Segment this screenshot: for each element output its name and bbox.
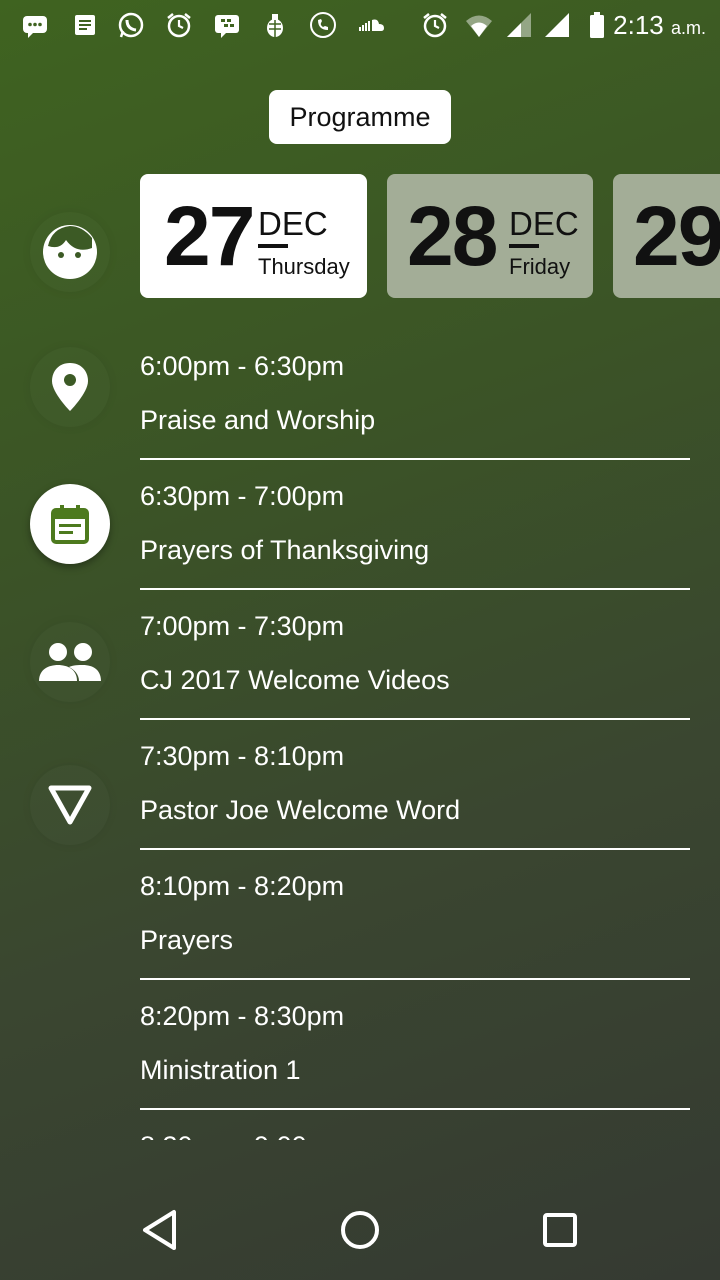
face-icon [43, 225, 97, 279]
schedule-item[interactable]: 8:10pm - 8:20pm Prayers [140, 850, 690, 980]
schedule-time: 8:10pm - 8:20pm [140, 871, 345, 901]
schedule-title: Prayers of Thanksgiving [140, 535, 430, 565]
battery-icon [580, 8, 614, 42]
news-icon [68, 8, 102, 42]
date-divider [258, 244, 288, 248]
schedule-item[interactable]: 6:30pm - 7:00pm Prayers of Thanksgiving [140, 460, 690, 590]
message-icon [18, 8, 52, 42]
recents-icon [543, 1213, 577, 1247]
date-day: 27 [164, 189, 255, 283]
calendar-icon [51, 505, 89, 544]
bbm-icon [210, 8, 244, 42]
date-month: DEC [258, 205, 328, 242]
signal-full-icon [540, 8, 574, 42]
whatsapp-icon [114, 8, 148, 42]
wifi-icon [462, 8, 496, 42]
side-item-schedule[interactable] [30, 484, 110, 564]
clock: 2:13 a.m. [613, 8, 706, 45]
schedule-title: Pastor Joe Welcome Word [140, 795, 461, 825]
schedule-time: 6:30pm - 7:00pm [140, 481, 345, 511]
signal-icon [502, 8, 536, 42]
schedule-list[interactable]: 6:00pm - 6:30pm Praise and Worship 6:30p… [140, 330, 690, 1140]
nav-bar [0, 1180, 720, 1280]
schedule-item[interactable]: 8:30pm - 9:00pm [140, 1110, 690, 1140]
date-card-27[interactable]: 27 DEC Thursday [140, 174, 367, 298]
location-pin-icon [52, 363, 88, 411]
schedule-title: Prayers [140, 925, 234, 955]
schedule-item[interactable]: 8:20pm - 8:30pm Ministration 1 [140, 980, 690, 1110]
phone-icon [306, 8, 340, 42]
schedule-time: 7:00pm - 7:30pm [140, 611, 345, 641]
home-icon [341, 1211, 379, 1249]
schedule-time: 6:00pm - 6:30pm [140, 351, 345, 381]
page-title: Programme [269, 90, 451, 144]
back-button[interactable] [132, 1202, 188, 1258]
clock-time: 2:13 [613, 10, 664, 40]
alarm-icon [162, 8, 196, 42]
schedule-time: 8:30pm - 9:00pm [140, 1130, 344, 1140]
soundcloud-icon [354, 8, 388, 42]
schedule-time: 7:30pm - 8:10pm [140, 741, 345, 771]
schedule-title: CJ 2017 Welcome Videos [140, 665, 450, 695]
side-item-profile[interactable] [30, 212, 110, 292]
date-card-29[interactable]: 29 [613, 174, 720, 298]
schedule-title: Ministration 1 [140, 1055, 301, 1085]
side-item-location[interactable] [30, 347, 110, 427]
date-card-28[interactable]: 28 DEC Friday [387, 174, 593, 298]
side-item-more[interactable] [30, 765, 110, 845]
home-button[interactable] [332, 1202, 388, 1258]
date-weekday: Friday [509, 254, 571, 279]
date-weekday: Thursday [258, 254, 350, 279]
grenade-icon [258, 8, 292, 42]
schedule-title: Praise and Worship [140, 405, 376, 435]
alarm-clock-icon [418, 8, 452, 42]
triangle-down-icon [48, 785, 92, 825]
recents-button[interactable] [532, 1202, 588, 1258]
date-day: 29 [633, 189, 720, 283]
date-month: DEC [509, 205, 579, 242]
schedule-item[interactable]: 6:00pm - 6:30pm Praise and Worship [140, 330, 690, 460]
schedule-time: 8:20pm - 8:30pm [140, 1001, 345, 1031]
status-bar: 2:13 a.m. [0, 0, 720, 50]
people-icon [39, 643, 101, 681]
date-day: 28 [407, 189, 498, 283]
schedule-item[interactable]: 7:00pm - 7:30pm CJ 2017 Welcome Videos [140, 590, 690, 720]
clock-ampm: a.m. [670, 18, 706, 38]
side-item-people[interactable] [30, 622, 110, 702]
schedule-item[interactable]: 7:30pm - 8:10pm Pastor Joe Welcome Word [140, 720, 690, 850]
date-divider [509, 244, 539, 248]
back-icon [143, 1210, 176, 1250]
